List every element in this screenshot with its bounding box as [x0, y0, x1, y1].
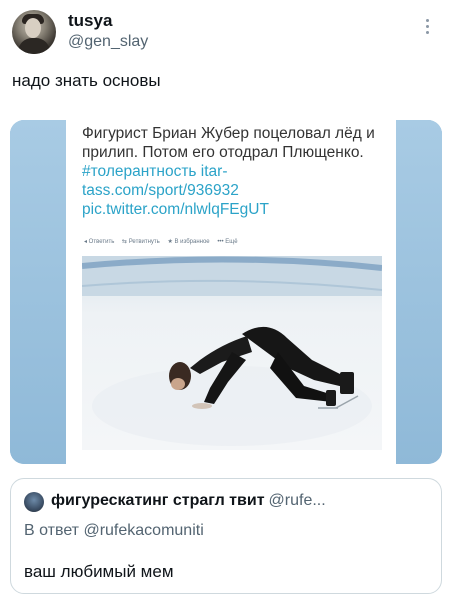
embedded-tweet-actions: ◂ Ответить ⇆ Ретвитнуть ★ В избранное ••…	[84, 238, 244, 245]
quoted-display-name: фигурескатинг страгл твит	[51, 492, 265, 509]
quoted-handle: @rufe...	[268, 492, 326, 509]
avatar[interactable]	[12, 10, 56, 54]
user-handle[interactable]: @gen_slay	[68, 33, 148, 51]
embedded-action-more: ••• Ещё	[217, 239, 238, 245]
quoted-avatar	[24, 492, 44, 512]
quoted-author: фигурескатинг страгл твит @rufe...	[51, 492, 326, 510]
tweet-media-image[interactable]: Фигурист Бриан Жубер поцеловал лёд и при…	[10, 120, 442, 464]
embedded-link-2: pic.twitter.com/nlwlqFEgUT	[82, 201, 269, 218]
embedded-tweet-screenshot: Фигурист Бриан Жубер поцеловал лёд и при…	[66, 120, 396, 464]
tweet-text: надо знать основы	[12, 71, 161, 90]
quoted-tweet[interactable]: фигурескатинг страгл твит @rufe... В отве…	[10, 478, 442, 594]
media-background-right	[396, 120, 442, 464]
quoted-reply-context: В ответ @rufekacomuniti	[24, 522, 204, 539]
tweet-header: tusya @gen_slay	[12, 8, 438, 56]
skater-illustration	[82, 256, 382, 446]
embedded-hashtag: #толерантность	[82, 163, 197, 180]
embedded-tweet-text: Фигурист Бриан Жубер поцеловал лёд и при…	[82, 124, 382, 219]
more-vertical-icon[interactable]	[418, 16, 436, 38]
skater-photo	[82, 256, 382, 450]
embedded-text-main: Фигурист Бриан Жубер поцеловал лёд и при…	[82, 125, 375, 161]
embedded-action-reply: ◂ Ответить	[84, 239, 115, 245]
quoted-tweet-text: ваш любимый мем	[24, 562, 174, 581]
display-name[interactable]: tusya	[68, 11, 112, 31]
embedded-action-favorite: ★ В избранное	[167, 239, 210, 245]
embedded-action-retweet: ⇆ Ретвитнуть	[122, 239, 160, 245]
media-background-left	[10, 120, 66, 464]
